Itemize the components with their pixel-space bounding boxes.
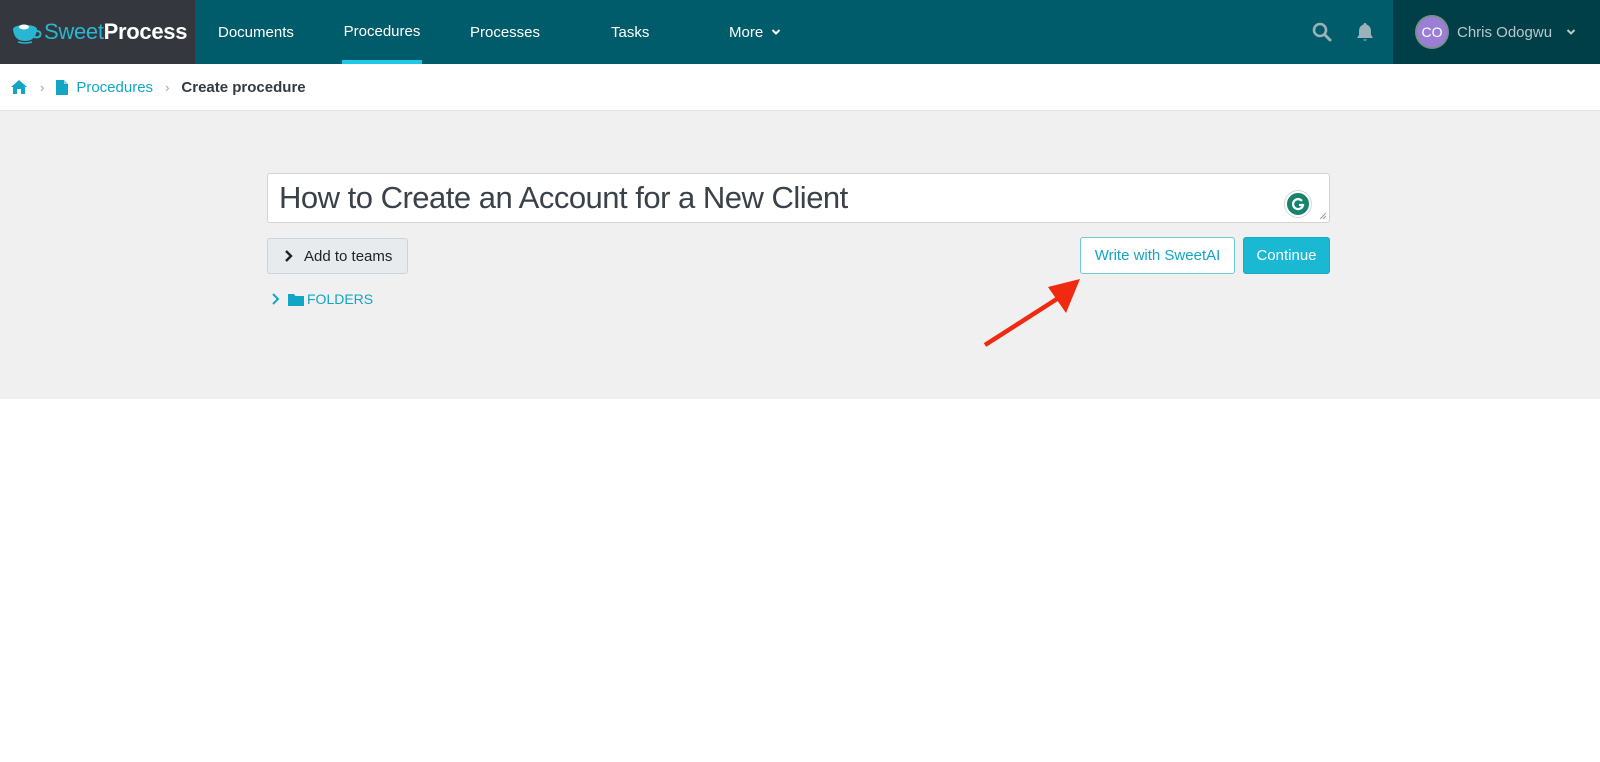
resize-handle-icon[interactable] xyxy=(1319,212,1327,220)
write-with-sweetai-button[interactable]: Write with SweetAI xyxy=(1080,237,1235,274)
brand-name: SweetProcess xyxy=(44,19,187,45)
folder-icon xyxy=(288,293,304,306)
home-icon[interactable] xyxy=(10,79,28,95)
user-menu[interactable]: CO Chris Odogwu xyxy=(1393,0,1600,64)
nav-more-label: More xyxy=(729,23,764,41)
chevron-right-icon xyxy=(285,250,293,262)
avatar-initials: CO xyxy=(1421,24,1443,40)
breadcrumb-procedures[interactable]: Procedures xyxy=(56,79,153,96)
chevron-down-icon xyxy=(1566,29,1576,35)
teacup-logo-icon xyxy=(13,24,42,44)
search-icon[interactable] xyxy=(1310,20,1334,44)
user-name: Chris Odogwu xyxy=(1457,23,1553,41)
breadcrumb-current: Create procedure xyxy=(181,78,306,96)
chevron-right-icon xyxy=(272,293,280,305)
nav-tasks-label: Tasks xyxy=(611,23,650,41)
top-navbar: SweetProcess Documents Procedures Proces… xyxy=(0,0,1600,64)
nav-more[interactable]: More xyxy=(729,0,781,64)
nav-procedures-label: Procedures xyxy=(343,22,421,40)
add-to-teams-label: Add to teams xyxy=(304,247,393,265)
annotation-arrow-icon xyxy=(983,279,1080,347)
breadcrumb-separator: › xyxy=(40,79,45,95)
nav-processes-label: Processes xyxy=(470,23,541,41)
nav-tasks[interactable]: Tasks xyxy=(611,0,649,64)
nav-documents-label: Documents xyxy=(218,23,294,41)
breadcrumb: › Procedures › Create procedure xyxy=(0,64,1600,111)
breadcrumb-separator: › xyxy=(165,79,170,95)
document-icon xyxy=(56,79,69,95)
nav-processes[interactable]: Processes xyxy=(470,0,540,64)
grammarly-icon[interactable] xyxy=(1285,191,1311,217)
grammarly-g-glyph xyxy=(1291,198,1305,211)
write-with-sweetai-label: Write with SweetAI xyxy=(1094,247,1221,264)
add-to-teams-button[interactable]: Add to teams xyxy=(267,238,408,274)
bell-icon[interactable] xyxy=(1353,20,1377,44)
chevron-down-icon xyxy=(771,29,781,35)
nav-documents[interactable]: Documents xyxy=(218,0,294,64)
create-procedure-panel: Add to teams FOLDERS Write with SweetAI … xyxy=(0,111,1600,399)
continue-label: Continue xyxy=(1256,247,1317,264)
nav-procedures[interactable]: Procedures xyxy=(342,0,422,64)
avatar: CO xyxy=(1415,15,1449,49)
brand-process: Process xyxy=(103,19,188,44)
procedure-title-input[interactable] xyxy=(268,174,1329,222)
continue-button[interactable]: Continue xyxy=(1243,237,1330,274)
folders-label: FOLDERS xyxy=(307,291,374,307)
folders-toggle[interactable]: FOLDERS xyxy=(271,291,373,307)
breadcrumb-procedures-label: Procedures xyxy=(76,78,154,96)
brand-logo[interactable]: SweetProcess xyxy=(0,0,195,64)
brand-sweet: Sweet xyxy=(44,19,104,44)
procedure-title-field[interactable] xyxy=(267,173,1330,223)
